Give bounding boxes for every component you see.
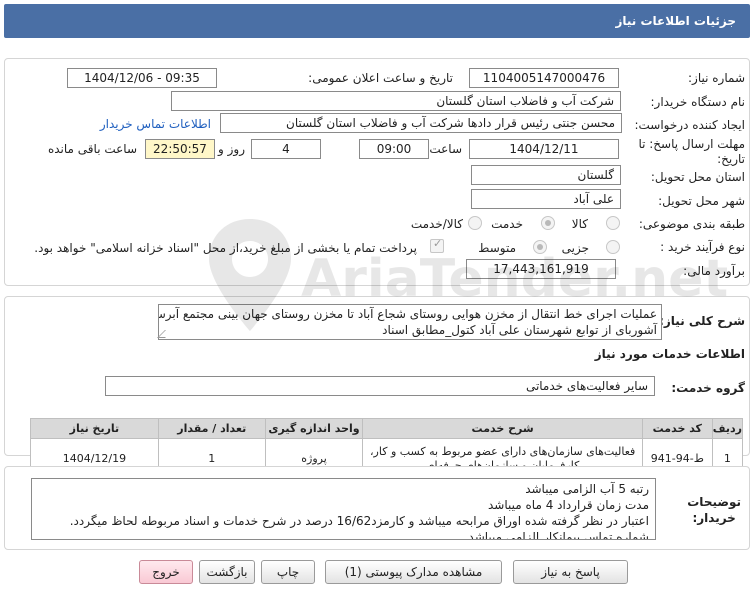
process-option-minor: جزیی — [561, 241, 589, 255]
check-icon: ✓ — [433, 237, 443, 250]
category-radio-service[interactable] — [541, 216, 555, 230]
col-desc: شرح خدمت — [362, 418, 643, 439]
treasury-payment-checkbox[interactable]: ✓ — [430, 237, 444, 253]
buyer-note-line: رتبه 5 آب الزامی میباشد — [525, 482, 649, 496]
buyer-org-field: شرکت آب و فاضلاب استان گلستان — [171, 91, 621, 111]
process-label: نوع فرآیند خرید : — [660, 240, 745, 254]
estimate-field: 17,443,161,919 — [466, 259, 616, 279]
summary-text-line2: آشوربای از توابع شهرستان علی آباد کتول_م… — [382, 323, 657, 337]
buyer-note-line: اعتبار در نظر گرفته شده اوراق مرابحه میب… — [69, 514, 649, 528]
services-section-title: اطلاعات خدمات مورد نیاز — [594, 347, 745, 361]
reply-button[interactable]: پاسخ به نیاز — [513, 560, 628, 584]
announce-date-label: تاریخ و ساعت اعلان عمومی: — [308, 71, 453, 85]
page-header: جزئیات اطلاعات نیاز — [4, 4, 750, 38]
need-number-field: 1104005147000476 — [469, 68, 619, 88]
remaining-days-label: روز و — [218, 142, 245, 156]
remaining-time-label: ساعت باقی مانده — [47, 142, 137, 156]
creator-field: محسن جنتی رئیس قرار دادها شرکت آب و فاضل… — [220, 113, 622, 133]
category-radio-goods[interactable] — [606, 216, 620, 230]
service-group-label: گروه خدمت: — [671, 381, 745, 395]
col-qty: تعداد / مقدار — [157, 418, 266, 439]
buyer-contact-link[interactable]: اطلاعات تماس خریدار — [100, 117, 211, 131]
service-group-field: سایر فعالیت‌های خدماتی — [105, 376, 655, 396]
city-field: علی آباد — [471, 189, 621, 209]
province-label: استان محل تحویل: — [650, 170, 745, 184]
category-option-goods: کالا — [571, 217, 588, 231]
summary-label: شرح کلی نیاز: — [659, 314, 745, 328]
back-button[interactable]: بازگشت — [199, 560, 255, 584]
announce-date-field: 1404/12/06 - 09:35 — [67, 68, 217, 88]
buyer-note-line: شماره تماس پیمانکار الزامی میباشد — [468, 530, 649, 540]
province-field: گلستان — [471, 165, 621, 185]
deadline-date-field: 1404/12/11 — [469, 139, 619, 159]
buyer-note-line: مدت زمان قرارداد 4 ماه میباشد — [488, 498, 649, 512]
col-unit: واحد اندازه گیری — [264, 418, 364, 439]
buyer-notes-label-line1: توضیحات — [687, 495, 741, 509]
remaining-days-field: 4 — [251, 139, 321, 159]
summary-textarea[interactable]: عملیات اجرای خط انتقال از مخزن هوایی روس… — [158, 304, 662, 340]
buyer-org-label: نام دستگاه خریدار: — [650, 95, 746, 109]
col-code: کد خدمت — [641, 418, 713, 439]
deadline-time-field: 09:00 — [359, 139, 429, 159]
exit-button[interactable]: خروج — [139, 560, 193, 584]
treasury-payment-note: پرداخت تمام یا بخشی از مبلغ خرید،از محل … — [34, 241, 417, 255]
deadline-label: مهلت ارسال پاسخ: تا تاریخ: — [625, 137, 745, 167]
process-radio-minor[interactable] — [606, 240, 620, 254]
need-number-label: شماره نیاز: — [688, 71, 745, 85]
city-label: شهر محل تحویل: — [658, 194, 745, 208]
table-header-row: ردیف کد خدمت شرح خدمت واحد اندازه گیری ت… — [30, 418, 744, 439]
remaining-time-field: 22:50:57 — [145, 139, 215, 159]
process-radio-medium[interactable] — [533, 240, 547, 254]
process-option-medium: متوسط — [478, 241, 516, 255]
category-radio-goods-service[interactable] — [468, 216, 482, 230]
print-button[interactable]: چاپ — [261, 560, 315, 584]
category-label: طبقه بندی موضوعی: — [638, 217, 745, 231]
buyer-notes-textarea[interactable]: رتبه 5 آب الزامی میباشد مدت زمان قرارداد… — [31, 478, 656, 540]
view-attachments-button[interactable]: مشاهده مدارک پیوستی (1) — [325, 560, 502, 584]
estimate-label: برآورد مالی: — [683, 264, 745, 278]
col-row: ردیف — [711, 418, 744, 439]
deadline-time-label: ساعت — [429, 142, 462, 156]
creator-label: ایجاد کننده درخواست: — [634, 118, 745, 132]
buyer-notes-label-line2: خریدار: — [692, 511, 736, 525]
summary-text-line1: عملیات اجرای خط انتقال از مخزن هوایی روس… — [158, 307, 657, 321]
category-option-goods-service: کالا/خدمت — [410, 217, 463, 231]
col-date: تاریخ نیاز — [30, 418, 159, 439]
buyer-notes-label: توضیحات خریدار: — [687, 494, 741, 526]
category-option-service: خدمت — [491, 217, 523, 231]
cell-desc-line1: فعالیت‌های سازمان‌های دارای عضو مربوط به… — [370, 444, 636, 458]
deadline-label-text: مهلت ارسال پاسخ: تا تاریخ: — [638, 137, 745, 166]
page-title: جزئیات اطلاعات نیاز — [615, 14, 736, 28]
